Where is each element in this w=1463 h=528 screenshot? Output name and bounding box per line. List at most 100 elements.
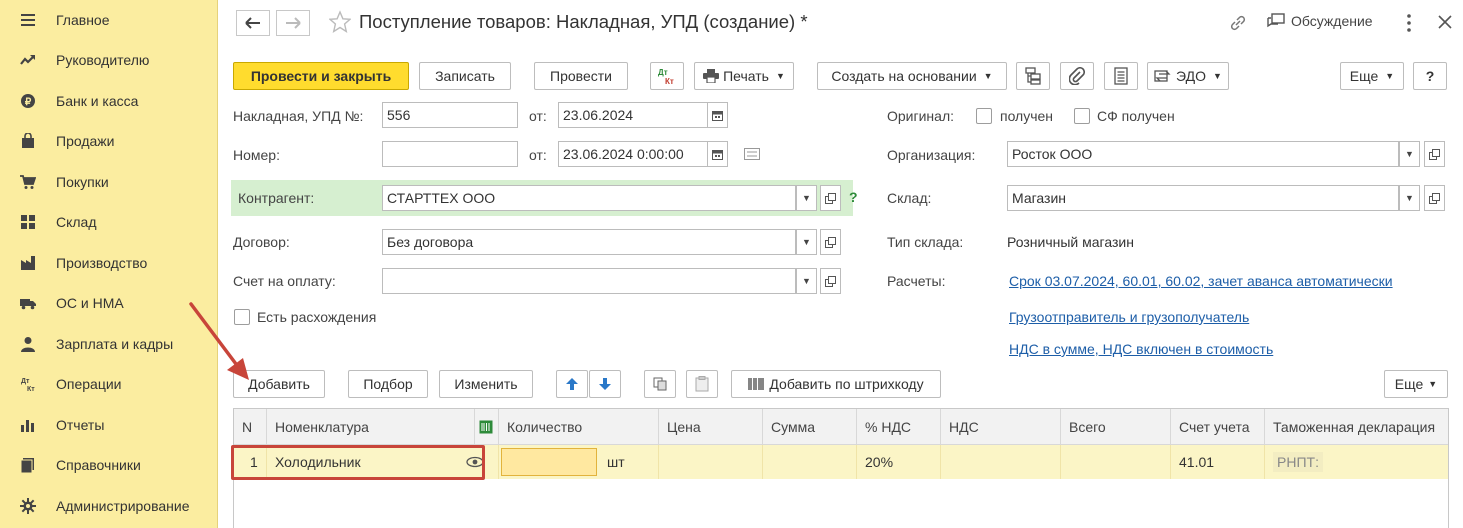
warehouse-input[interactable]: Магазин [1007,185,1399,211]
dt-kt-button[interactable]: Дт Кт [650,62,684,90]
sidebar-item-manager[interactable]: Руководителю [0,40,218,80]
print-button[interactable]: Печать ▼ [694,62,794,90]
row-1-vat[interactable] [941,445,1061,479]
sidebar-item-warehouse[interactable]: Склад [0,202,218,242]
sidebar-item-operations[interactable]: Дт Кт Операции [0,364,218,404]
post-and-close-button[interactable]: Провести и закрыть [233,62,409,90]
sidebar-item-directories[interactable]: Справочники [0,445,218,485]
more-vertical-icon[interactable] [1403,12,1415,34]
forward-button[interactable] [276,10,310,36]
column-header-vat[interactable]: НДС [941,409,1061,445]
organization-open-button[interactable] [1424,141,1445,167]
row-1-sum[interactable] [763,445,857,479]
row-1-quantity[interactable]: шт [499,445,659,479]
move-up-button[interactable] [556,370,588,398]
column-header-nomenclature[interactable]: Номенклатура [267,409,475,445]
sf-received-checkbox[interactable] [1074,108,1090,124]
warehouse-open-button[interactable] [1424,185,1445,211]
counterparty-input[interactable]: СТАРТТЕХ ООО [382,185,796,211]
more-actions-button[interactable]: Еще ▼ [1340,62,1404,90]
row-1-nomenclature[interactable]: Холодильник [267,445,499,479]
number-input[interactable] [382,141,518,167]
attachments-button[interactable] [1060,62,1094,90]
edo-button[interactable]: ЭДО ▼ [1147,62,1229,90]
back-button[interactable] [236,10,270,36]
add-by-barcode-button[interactable]: Добавить по штрихкоду [731,370,941,398]
row-1-account[interactable]: 41.01 [1171,445,1265,479]
sidebar-item-bank[interactable]: ₽ Банк и касса [0,81,218,121]
sidebar-item-main[interactable]: Главное [0,0,218,40]
number-date-input[interactable]: 23.06.2024 0:00:00 [558,141,708,167]
column-header-n[interactable]: N [234,409,267,445]
vat-settings-link[interactable]: НДС в сумме, НДС включен в стоимость [1009,341,1273,357]
sidebar-item-administration[interactable]: Администрирование [0,486,218,526]
sidebar-item-label: Справочники [56,457,141,473]
sidebar-item-fixed-assets[interactable]: ОС и НМА [0,283,218,323]
warehouse-dropdown-button[interactable]: ▼ [1399,185,1420,211]
sidebar-item-production[interactable]: Производство [0,243,218,283]
post-button[interactable]: Провести [534,62,628,90]
arrow-up-icon [566,378,578,390]
column-header-price[interactable]: Цена [659,409,763,445]
add-label: Добавить [248,376,310,392]
help-button[interactable]: ? [1413,62,1447,90]
column-header-quantity[interactable]: Количество [499,409,659,445]
number-date-calendar-button[interactable] [707,141,728,167]
row-1-total[interactable] [1061,445,1171,479]
discrepancies-checkbox[interactable] [234,309,250,325]
create-based-on-button[interactable]: Создать на основании ▼ [817,62,1007,90]
comment-lines-icon[interactable] [744,148,760,160]
table-more-button[interactable]: Еще ▼ [1384,370,1448,398]
edit-label: Изменить [454,376,518,392]
column-header-marking[interactable] [475,409,499,445]
contract-open-button[interactable] [820,229,841,255]
eye-icon[interactable] [466,456,484,468]
sidebar-item-sales[interactable]: Продажи [0,121,218,161]
payment-account-open-button[interactable] [820,268,841,294]
row-1-customs[interactable]: РНПТ: [1265,445,1448,479]
save-button[interactable]: Записать [419,62,511,90]
document-list-button[interactable] [1104,62,1138,90]
invoice-number-input[interactable]: 556 [382,102,518,128]
row-1-n[interactable]: 1 [234,445,267,479]
organization-input[interactable]: Росток ООО [1007,141,1399,167]
sidebar-item-reports[interactable]: Отчеты [0,405,218,445]
column-header-vat-rate[interactable]: % НДС [857,409,941,445]
row-1-price[interactable] [659,445,763,479]
row-1-vat-rate[interactable]: 20% [857,445,941,479]
structure-button[interactable] [1016,62,1050,90]
column-header-total[interactable]: Всего [1061,409,1171,445]
paste-row-button[interactable] [686,370,718,398]
payment-account-dropdown-button[interactable]: ▼ [796,268,817,294]
settlements-link[interactable]: Срок 03.07.2024, 60.01, 60.02, зачет ава… [1009,273,1393,289]
quantity-input[interactable] [501,448,597,476]
chat-bubble-icon [1267,13,1285,28]
move-down-button[interactable] [589,370,621,398]
invoice-date-input[interactable]: 23.06.2024 [558,102,708,128]
column-header-sum[interactable]: Сумма [763,409,857,445]
counterparty-open-button[interactable] [820,185,841,211]
invoice-date-calendar-button[interactable] [707,102,728,128]
counterparty-dropdown-button[interactable]: ▼ [796,185,817,211]
column-header-customs[interactable]: Таможенная декларация [1265,409,1448,445]
chevron-down-icon: ▼ [1385,71,1395,81]
link-icon[interactable] [1229,14,1247,32]
contract-dropdown-button[interactable]: ▼ [796,229,817,255]
edit-row-button[interactable]: Изменить [439,370,533,398]
payment-account-input[interactable] [382,268,796,294]
add-row-button[interactable]: Добавить [233,370,325,398]
close-icon[interactable] [1437,14,1453,30]
copy-row-button[interactable] [644,370,676,398]
post-and-close-label: Провести и закрыть [250,68,392,84]
shipper-consignee-link[interactable]: Грузоотправитель и грузополучатель [1009,309,1249,325]
organization-dropdown-button[interactable]: ▼ [1399,141,1420,167]
discussion-button[interactable]: Обсуждение [1267,13,1373,29]
original-received-checkbox[interactable] [976,108,992,124]
column-header-account[interactable]: Счет учета [1171,409,1265,445]
selection-button[interactable]: Подбор [348,370,428,398]
counterparty-help-icon[interactable]: ? [849,189,858,205]
sidebar-item-salary[interactable]: Зарплата и кадры [0,324,218,364]
sidebar-item-purchases[interactable]: Покупки [0,162,218,202]
contract-input[interactable]: Без договора [382,229,796,255]
favorite-star-icon[interactable] [329,10,351,34]
